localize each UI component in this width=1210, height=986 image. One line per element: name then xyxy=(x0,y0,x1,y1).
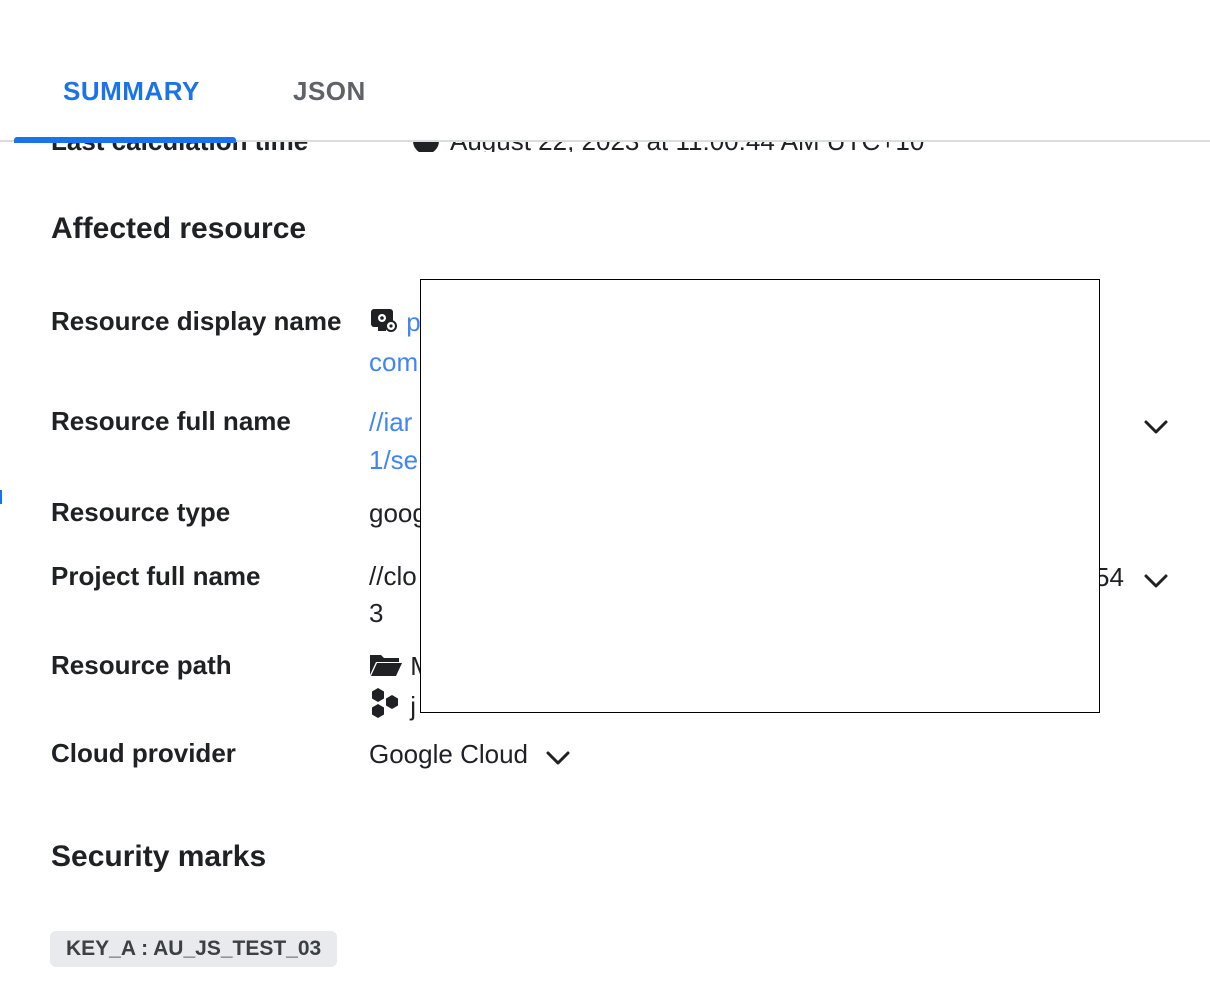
tab-json[interactable]: JSON xyxy=(293,76,366,107)
resource-path-project[interactable]: j xyxy=(410,691,416,721)
resource-full-name-link[interactable]: //iar xyxy=(369,407,412,437)
resource-display-name-value[interactable]: p com xyxy=(369,303,421,381)
cloud-provider-value: Google Cloud xyxy=(369,739,528,769)
resource-type-value: goog xyxy=(369,498,427,528)
resource-full-name-label: Resource full name xyxy=(51,406,291,436)
project-full-name-text: //clo xyxy=(369,561,417,591)
resource-display-name-link[interactable]: p xyxy=(406,307,420,337)
expand-cloud-provider-button[interactable] xyxy=(543,743,573,773)
expand-project-full-name-button[interactable] xyxy=(1141,566,1171,596)
resource-path-label: Resource path xyxy=(51,650,232,680)
tab-bar: SUMMARY JSON xyxy=(0,0,1210,143)
redaction-box xyxy=(420,279,1100,713)
project-full-name-label: Project full name xyxy=(51,561,261,591)
project-full-name-value: //clo 3 xyxy=(369,558,417,632)
folder-open-icon xyxy=(369,649,403,687)
service-account-icon xyxy=(369,305,399,343)
resource-display-name-label: Resource display name xyxy=(51,306,342,336)
tab-summary[interactable]: SUMMARY xyxy=(63,76,200,107)
security-mark-chip[interactable]: KEY_A : AU_JS_TEST_03 xyxy=(50,931,338,967)
resource-display-name-link-line2[interactable]: com xyxy=(369,347,418,377)
cloud-provider-label: Cloud provider xyxy=(51,738,236,768)
resource-full-name-value[interactable]: //iar 1/se xyxy=(369,403,418,479)
resource-full-name-link-line2[interactable]: 1/se xyxy=(369,445,418,475)
project-full-name-text-line2: 3 xyxy=(369,598,384,628)
resource-type-label: Resource type xyxy=(51,497,231,527)
chevron-down-icon xyxy=(1144,574,1168,588)
security-marks-heading: Security marks xyxy=(51,840,267,873)
affected-resource-heading: Affected resource xyxy=(51,212,307,245)
tab-active-indicator xyxy=(14,137,236,143)
chevron-down-icon xyxy=(546,751,570,765)
chevron-down-icon xyxy=(1144,420,1168,434)
expand-resource-full-name-button[interactable] xyxy=(1141,412,1171,442)
project-hexagons-icon xyxy=(369,687,403,729)
scroll-edge-marker xyxy=(0,490,2,504)
